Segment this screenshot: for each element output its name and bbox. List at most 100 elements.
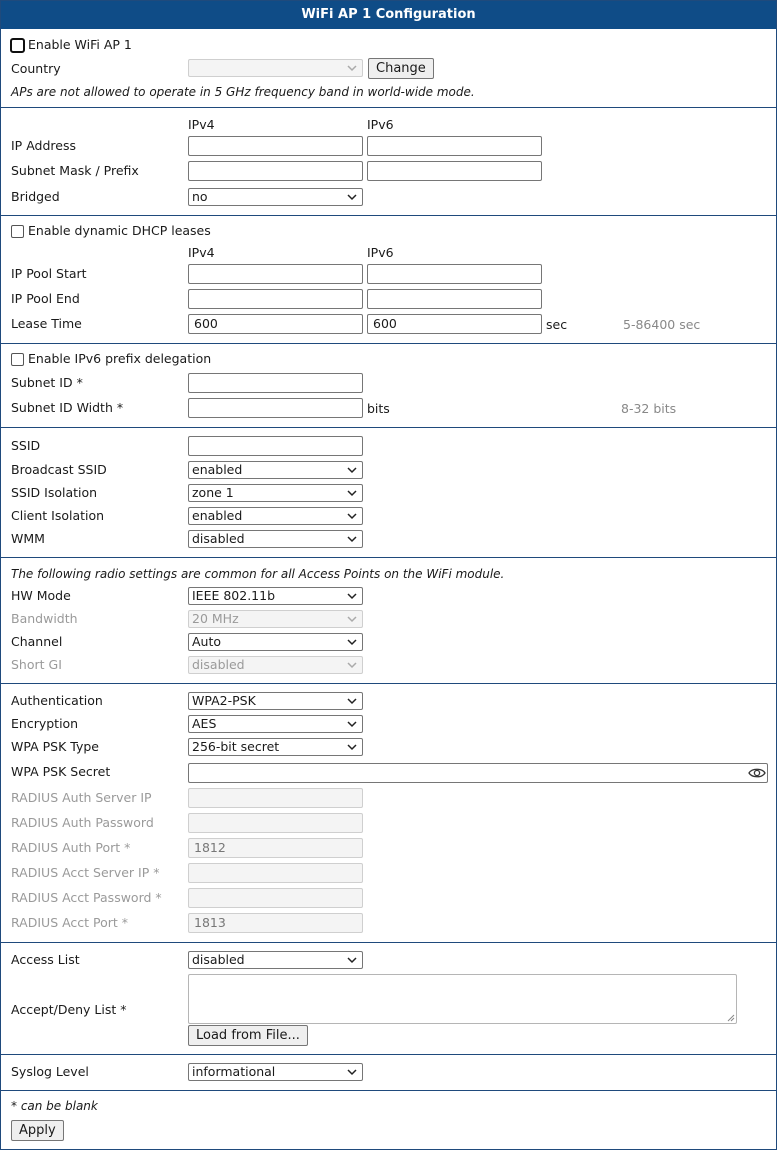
chevron-down-icon xyxy=(347,698,357,705)
chevron-down-icon xyxy=(347,1069,357,1076)
radius-acct-password-label: RADIUS Acct Password * xyxy=(11,890,162,905)
divider xyxy=(1,427,776,428)
radio-settings-note: The following radio settings are common … xyxy=(11,567,505,581)
ipv6-column-header: IPv6 xyxy=(367,117,394,132)
chevron-down-icon xyxy=(347,616,357,623)
channel-select[interactable]: Auto xyxy=(188,633,363,651)
encryption-select[interactable]: AES xyxy=(188,715,363,733)
chevron-down-icon xyxy=(347,721,357,728)
chevron-down-icon xyxy=(347,536,357,543)
bridged-label: Bridged xyxy=(11,189,60,204)
accept-deny-list-label: Accept/Deny List * xyxy=(11,1002,127,1017)
subnet-prefix-ipv6-input[interactable] xyxy=(367,161,542,181)
load-from-file-button[interactable]: Load from File... xyxy=(188,1025,308,1046)
subnet-id-width-label: Subnet ID Width * xyxy=(11,400,124,415)
subnet-id-input[interactable] xyxy=(188,373,363,393)
divider xyxy=(1,683,776,684)
subnet-id-width-input[interactable] xyxy=(188,398,363,418)
ipv4-column-header: IPv4 xyxy=(188,117,215,132)
syslog-level-label: Syslog Level xyxy=(11,1064,89,1079)
divider xyxy=(1,343,776,344)
radius-acct-port-label: RADIUS Acct Port * xyxy=(11,915,129,930)
radius-acct-password-input[interactable] xyxy=(188,888,363,908)
ssid-isolation-select[interactable]: zone 1 xyxy=(188,484,363,502)
subnet-mask-label: Subnet Mask / Prefix xyxy=(11,163,139,178)
ip-pool-start-ipv4-input[interactable] xyxy=(188,264,363,284)
hw-mode-select[interactable]: IEEE 802.11b xyxy=(188,587,363,605)
wmm-select[interactable]: disabled xyxy=(188,530,363,548)
chevron-down-icon xyxy=(347,662,357,669)
authentication-select[interactable]: WPA2-PSK xyxy=(188,692,363,710)
authentication-label: Authentication xyxy=(11,693,103,708)
bandwidth-select[interactable]: 20 MHz xyxy=(188,610,363,628)
wpa-psk-type-select[interactable]: 256-bit secret xyxy=(188,738,363,756)
lease-time-ipv4-input[interactable]: 600 xyxy=(188,314,363,334)
chevron-down-icon xyxy=(347,194,357,201)
ip-pool-end-ipv6-input[interactable] xyxy=(367,289,542,309)
radius-acct-server-ip-label: RADIUS Acct Server IP * xyxy=(11,865,160,880)
syslog-level-select[interactable]: informational xyxy=(188,1063,363,1081)
bandwidth-label: Bandwidth xyxy=(11,611,78,626)
change-country-button[interactable]: Change xyxy=(368,58,434,79)
blank-fields-note: * can be blank xyxy=(11,1099,98,1113)
ip-address-ipv4-input[interactable] xyxy=(188,136,363,156)
ip-address-ipv6-input[interactable] xyxy=(367,136,542,156)
subnet-mask-ipv4-input[interactable] xyxy=(188,161,363,181)
subnet-id-width-hint: 8-32 bits xyxy=(621,401,677,416)
divider xyxy=(1,1054,776,1055)
ip-pool-end-label: IP Pool End xyxy=(11,291,80,306)
ipv4-column-header: IPv4 xyxy=(188,245,215,260)
access-list-label: Access List xyxy=(11,952,80,967)
ssid-input[interactable] xyxy=(188,436,363,456)
bridged-select[interactable]: no xyxy=(188,188,363,206)
radius-auth-port-input[interactable]: 1812 xyxy=(188,838,363,858)
wpa-psk-secret-label: WPA PSK Secret xyxy=(11,764,111,779)
eye-icon[interactable] xyxy=(748,767,766,779)
subnet-id-label: Subnet ID * xyxy=(11,375,83,390)
ip-pool-start-label: IP Pool Start xyxy=(11,266,87,281)
apply-button[interactable]: Apply xyxy=(11,1120,64,1141)
lease-time-unit: sec xyxy=(546,317,568,332)
resize-handle-icon[interactable] xyxy=(727,1014,735,1022)
wpa-psk-secret-input[interactable] xyxy=(188,763,768,783)
radius-auth-port-label: RADIUS Auth Port * xyxy=(11,840,131,855)
subnet-id-width-unit: bits xyxy=(367,401,390,416)
chevron-down-icon xyxy=(347,490,357,497)
radius-auth-server-ip-input[interactable] xyxy=(188,788,363,808)
chevron-down-icon xyxy=(347,593,357,600)
accept-deny-list-textarea[interactable] xyxy=(188,974,737,1024)
ip-address-label: IP Address xyxy=(11,138,76,153)
divider xyxy=(1,107,776,108)
ip-pool-end-ipv4-input[interactable] xyxy=(188,289,363,309)
lease-time-hint: 5-86400 sec xyxy=(623,317,701,332)
ssid-label: SSID xyxy=(11,438,41,453)
enable-dhcp-checkbox[interactable] xyxy=(11,225,24,238)
channel-label: Channel xyxy=(11,634,63,649)
radius-auth-password-input[interactable] xyxy=(188,813,363,833)
enable-wifi-ap-label: Enable WiFi AP 1 xyxy=(28,37,132,52)
divider xyxy=(1,1090,776,1091)
config-panel: WiFi AP 1 Configuration Enable WiFi AP 1… xyxy=(0,0,777,1150)
client-isolation-select[interactable]: enabled xyxy=(188,507,363,525)
country-note: APs are not allowed to operate in 5 GHz … xyxy=(11,85,475,99)
chevron-down-icon xyxy=(347,744,357,751)
enable-prefix-delegation-checkbox[interactable] xyxy=(11,353,24,366)
access-list-select[interactable]: disabled xyxy=(188,951,363,969)
radius-auth-password-label: RADIUS Auth Password xyxy=(11,815,154,830)
chevron-down-icon xyxy=(347,513,357,520)
chevron-down-icon xyxy=(347,957,357,964)
broadcast-ssid-select[interactable]: enabled xyxy=(188,461,363,479)
country-label: Country xyxy=(11,61,61,76)
radius-auth-server-ip-label: RADIUS Auth Server IP xyxy=(11,790,152,805)
panel-title: WiFi AP 1 Configuration xyxy=(1,1,776,29)
chevron-down-icon xyxy=(347,639,357,646)
ip-pool-start-ipv6-input[interactable] xyxy=(367,264,542,284)
country-select[interactable] xyxy=(188,59,363,77)
radius-acct-port-input[interactable]: 1813 xyxy=(188,913,363,933)
ipv6-column-header: IPv6 xyxy=(367,245,394,260)
enable-wifi-ap-checkbox[interactable] xyxy=(10,38,25,53)
radius-acct-server-ip-input[interactable] xyxy=(188,863,363,883)
short-gi-select[interactable]: disabled xyxy=(188,656,363,674)
chevron-down-icon xyxy=(347,467,357,474)
lease-time-ipv6-input[interactable]: 600 xyxy=(367,314,542,334)
